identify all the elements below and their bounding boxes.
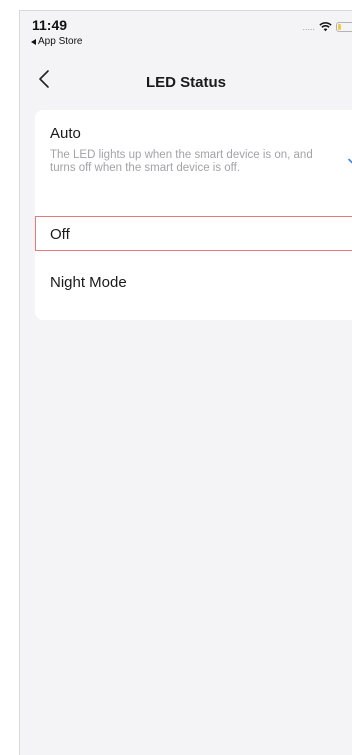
signal-icon: ..... <box>302 22 315 32</box>
option-off-label: Off <box>50 226 70 243</box>
options-card: Auto The LED lights up when the smart de… <box>35 110 352 320</box>
option-auto-description: The LED lights up when the smart device … <box>50 149 313 174</box>
checkmark-icon <box>348 158 352 164</box>
back-app-label: App Store <box>38 36 83 47</box>
wifi-icon <box>319 22 332 32</box>
back-triangle-icon <box>31 38 36 45</box>
status-indicators: ..... <box>302 22 352 32</box>
back-to-app-link[interactable]: App Store <box>31 36 82 47</box>
option-auto[interactable]: Auto The LED lights up when the smart de… <box>35 110 352 214</box>
option-auto-label: Auto <box>50 125 81 142</box>
status-time: 11:49 <box>32 17 68 33</box>
battery-icon <box>336 22 352 32</box>
option-off[interactable]: Off <box>35 216 352 251</box>
option-night-mode[interactable]: Night Mode <box>35 264 352 309</box>
option-night-mode-label: Night Mode <box>50 274 127 291</box>
phone-screen: 11:49 App Store ..... LED Status Auto Th… <box>19 10 352 755</box>
page-title: LED Status <box>145 74 226 91</box>
navigation-bar: LED Status <box>20 61 352 105</box>
